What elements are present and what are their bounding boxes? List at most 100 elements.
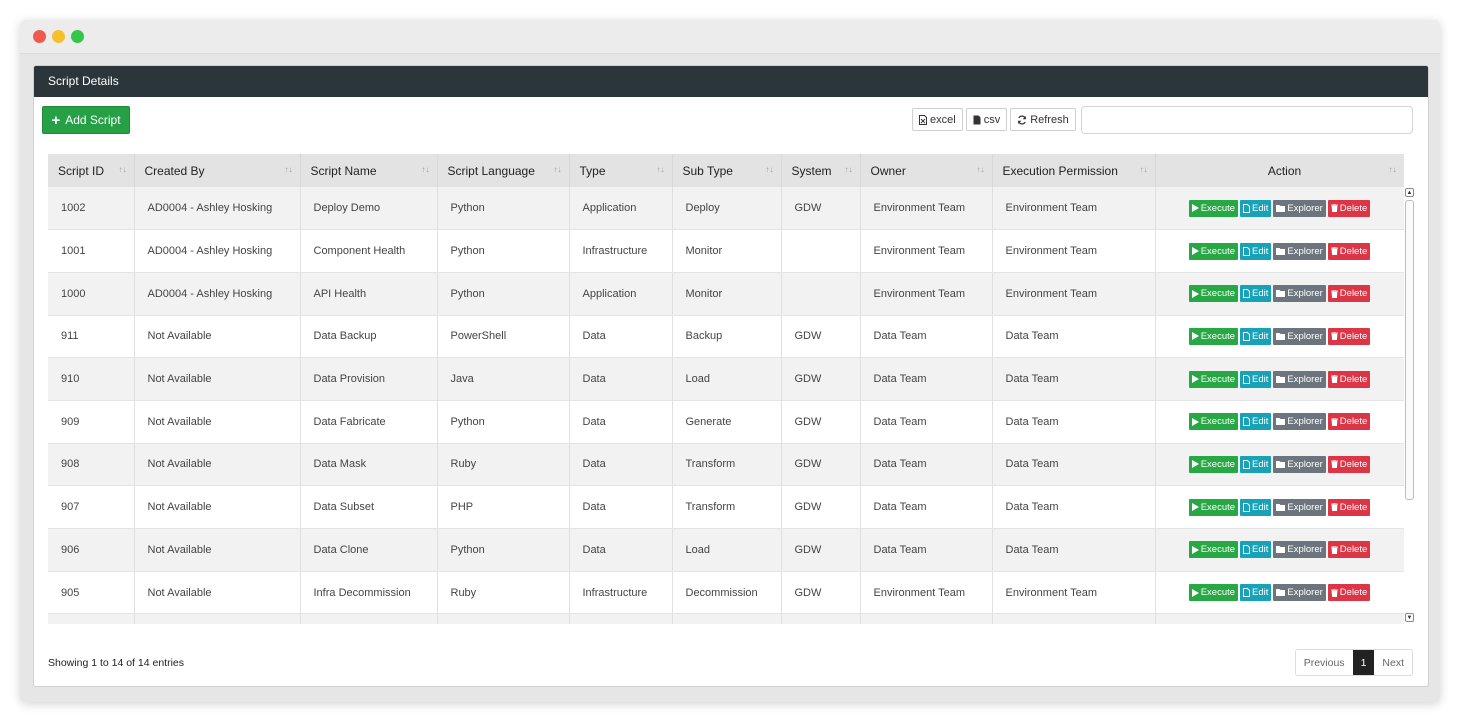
sort-icon[interactable]: ↑↓: [1140, 165, 1148, 174]
execute-label: Execute: [1200, 373, 1236, 385]
scroll-down-icon[interactable]: ▼: [1405, 613, 1414, 622]
sort-icon[interactable]: ↑↓: [1389, 165, 1397, 174]
sort-icon[interactable]: ↑↓: [845, 165, 853, 174]
delete-button[interactable]: Delete: [1327, 413, 1371, 431]
column-header[interactable]: Action ↑↓: [1155, 154, 1404, 187]
sort-icon[interactable]: ↑↓: [977, 165, 985, 174]
delete-button[interactable]: Delete: [1327, 541, 1371, 559]
execute-button[interactable]: Execute: [1188, 413, 1239, 431]
explorer-button[interactable]: Explorer: [1273, 584, 1326, 602]
execute-button[interactable]: Execute: [1188, 584, 1239, 602]
delete-button[interactable]: Delete: [1327, 285, 1371, 303]
edit-button[interactable]: Edit: [1240, 242, 1272, 260]
excel-export-button[interactable]: excel: [912, 108, 963, 131]
execute-button[interactable]: Execute: [1188, 327, 1239, 345]
execute-button[interactable]: Execute: [1188, 498, 1239, 516]
maximize-window-dot[interactable]: [71, 30, 84, 43]
column-header[interactable]: Script Language ↑↓: [437, 154, 570, 187]
delete-label: Delete: [1339, 501, 1368, 513]
table-row[interactable]: 1000 AD0004 - Ashley Hosking API Health Pyt…: [48, 272, 1404, 316]
page-1-button[interactable]: 1: [1352, 650, 1375, 675]
edit-button[interactable]: Edit: [1240, 498, 1272, 516]
edit-button[interactable]: Edit: [1240, 541, 1272, 559]
table-cell: GDW: [781, 357, 861, 401]
delete-button[interactable]: Delete: [1327, 242, 1371, 260]
column-header[interactable]: Script ID ↑↓: [48, 154, 135, 187]
add-script-button[interactable]: + Add Script: [42, 106, 130, 134]
scroll-up-icon[interactable]: ▲: [1405, 188, 1414, 197]
edit-label: Edit: [1252, 458, 1269, 470]
execute-button[interactable]: Execute: [1188, 242, 1239, 260]
delete-button[interactable]: Delete: [1327, 498, 1371, 516]
column-header[interactable]: Execution Permission ↑↓: [992, 154, 1156, 187]
delete-button[interactable]: Delete: [1327, 199, 1371, 217]
sort-icon[interactable]: ↑↓: [119, 165, 127, 174]
explorer-button[interactable]: Explorer: [1273, 199, 1326, 217]
sort-icon[interactable]: ↑↓: [285, 165, 293, 174]
column-header[interactable]: Type ↑↓: [569, 154, 673, 187]
column-header[interactable]: Sub Type ↑↓: [672, 154, 782, 187]
table-row[interactable]: 908 Not Available Data Mask Ruby Data Transfo…: [48, 443, 1404, 487]
file-icon: [1243, 502, 1251, 512]
explorer-button[interactable]: Explorer: [1273, 242, 1326, 260]
table-row[interactable]: 911 Not Available Data Backup PowerShell Dat…: [48, 315, 1404, 359]
table-row[interactable]: 905 Not Available Infra Decommission Ruby In…: [48, 571, 1404, 615]
delete-button[interactable]: Delete: [1327, 370, 1371, 388]
table-scrollbar[interactable]: ▲ ▼: [1404, 186, 1415, 624]
sort-icon[interactable]: ↑↓: [657, 165, 665, 174]
table-row[interactable]: 1001 AD0004 - Ashley Hosking Component Hea…: [48, 229, 1404, 273]
edit-button[interactable]: Edit: [1240, 413, 1272, 431]
minimize-window-dot[interactable]: [52, 30, 65, 43]
column-header[interactable]: Owner ↑↓: [860, 154, 993, 187]
sort-icon[interactable]: ↑↓: [766, 165, 774, 174]
table-row[interactable]: 906 Not Available Data Clone Python Data Load…: [48, 528, 1404, 572]
table-row[interactable]: 1002 AD0004 - Ashley Hosking Deploy Demo Py…: [48, 187, 1404, 231]
edit-button[interactable]: Edit: [1240, 584, 1272, 602]
close-window-dot[interactable]: [33, 30, 46, 43]
scrollbar-thumb[interactable]: [1405, 200, 1414, 500]
action-cell: Execute Edit Explorer Delete: [1155, 229, 1404, 273]
execute-button[interactable]: Execute: [1188, 285, 1239, 303]
explorer-button[interactable]: Explorer: [1273, 413, 1326, 431]
delete-button[interactable]: Delete: [1327, 584, 1371, 602]
edit-button[interactable]: Edit: [1240, 370, 1272, 388]
action-cell: Execute Edit Explorer Delete: [1155, 187, 1404, 231]
table-row[interactable]: 909 Not Available Data Fabricate Python Data…: [48, 400, 1404, 444]
column-header[interactable]: System ↑↓: [781, 154, 861, 187]
sort-icon[interactable]: ↑↓: [422, 165, 430, 174]
csv-export-button[interactable]: csv: [965, 108, 1008, 131]
table-cell: Java: [437, 357, 570, 401]
delete-button[interactable]: Delete: [1327, 455, 1371, 473]
table-cell: Data Team: [992, 400, 1156, 444]
column-header[interactable]: Created By ↑↓: [134, 154, 301, 187]
edit-button[interactable]: Edit: [1240, 199, 1272, 217]
play-icon: [1191, 545, 1199, 554]
action-cell: Execute Edit Explorer Delete: [1155, 357, 1404, 401]
csv-label: csv: [983, 113, 1001, 126]
execute-button[interactable]: Execute: [1188, 455, 1239, 473]
execute-button[interactable]: Execute: [1188, 370, 1239, 388]
explorer-button[interactable]: Explorer: [1273, 370, 1326, 388]
column-header[interactable]: Script Name ↑↓: [300, 154, 438, 187]
search-input[interactable]: [1081, 106, 1413, 134]
execute-button[interactable]: Execute: [1188, 199, 1239, 217]
table-row[interactable]: 907 Not Available Data Subset PHP Data Transf…: [48, 485, 1404, 529]
previous-page-button[interactable]: Previous: [1295, 650, 1353, 675]
edit-button[interactable]: Edit: [1240, 327, 1272, 345]
explorer-button[interactable]: Explorer: [1273, 455, 1326, 473]
explorer-button[interactable]: Explorer: [1273, 541, 1326, 559]
sort-icon[interactable]: ↑↓: [554, 165, 562, 174]
explorer-label: Explorer: [1287, 245, 1323, 257]
explorer-button[interactable]: Explorer: [1273, 327, 1326, 345]
table-cell: Generate: [672, 400, 782, 444]
plus-icon: +: [51, 111, 61, 129]
table-row[interactable]: 910 Not Available Data Provision Java Data Lo…: [48, 357, 1404, 401]
next-page-button[interactable]: Next: [1374, 650, 1412, 675]
explorer-button[interactable]: Explorer: [1273, 285, 1326, 303]
delete-button[interactable]: Delete: [1327, 327, 1371, 345]
edit-button[interactable]: Edit: [1240, 285, 1272, 303]
refresh-button[interactable]: Refresh: [1010, 108, 1076, 131]
explorer-button[interactable]: Explorer: [1273, 498, 1326, 516]
execute-button[interactable]: Execute: [1188, 541, 1239, 559]
edit-button[interactable]: Edit: [1240, 455, 1272, 473]
